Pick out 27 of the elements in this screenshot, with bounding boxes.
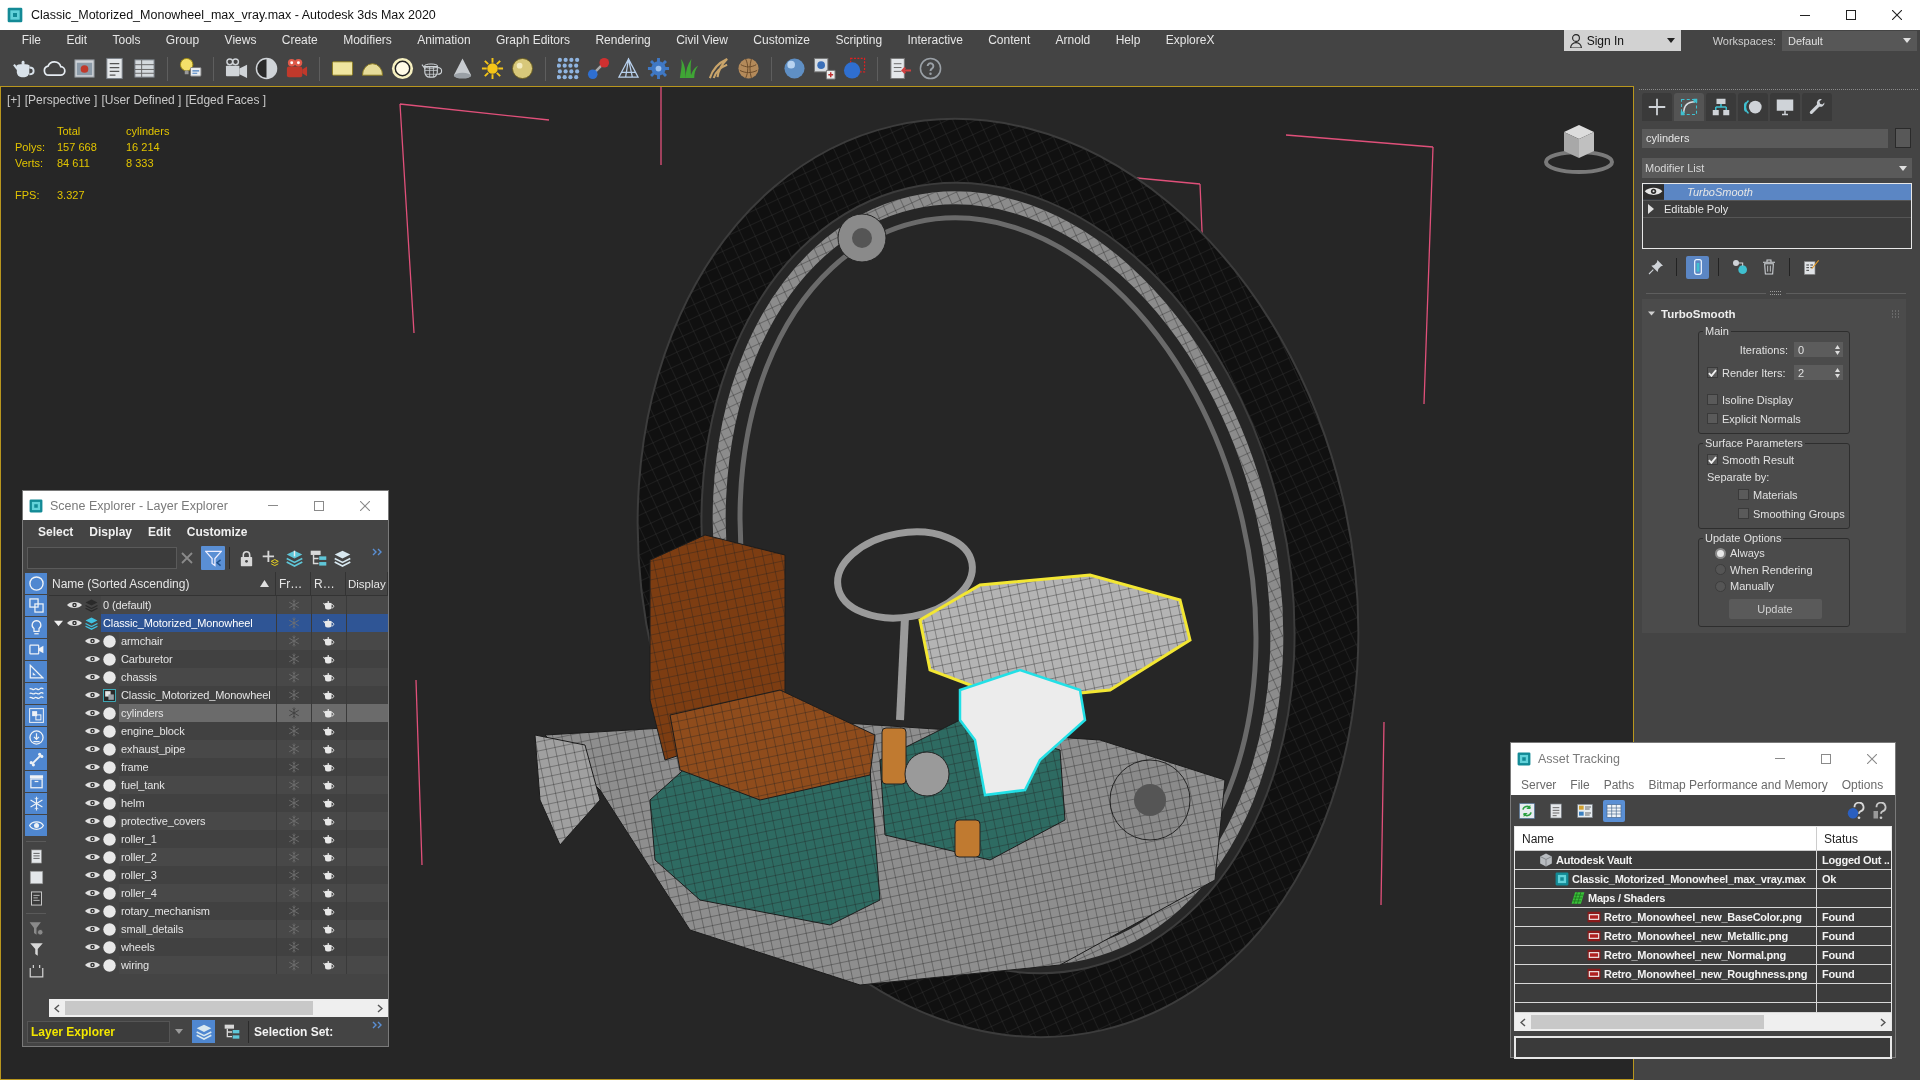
fps-value: 3.327: [57, 188, 86, 203]
asset-status: Found: [1822, 968, 1855, 980]
group-title: Main: [1704, 325, 1730, 338]
stats-value: 16 214: [126, 140, 161, 155]
workspaces-label: Workspaces:: [1712, 34, 1776, 47]
asset-status: Found: [1822, 911, 1855, 923]
stats-column-header: Total: [57, 124, 82, 139]
asset-status: Found: [1822, 930, 1855, 942]
selection-set-label: Selection Set:: [254, 1024, 334, 1039]
stats-label: Verts:: [15, 156, 45, 171]
fps-label: FPS:: [15, 188, 41, 203]
stats-label: Polys:: [15, 140, 46, 155]
window-title: Scene Explorer - Layer Explorer: [50, 498, 229, 513]
group-title: Surface Parameters: [1704, 437, 1804, 450]
stats-value: 8 333: [126, 156, 155, 171]
stats-value: 157 668: [57, 140, 98, 155]
window-title: Classic_Motorized_Monowheel_max_vray.max - Autodesk 3ds Max 2020: [31, 8, 437, 22]
stats-value: 84 611: [57, 156, 91, 171]
asset-status: Ok: [1822, 873, 1837, 885]
window-title: Asset Tracking: [1538, 751, 1621, 766]
group-title: Update Options: [1704, 532, 1783, 545]
asset-status: Found: [1822, 949, 1855, 961]
asset-status: Logged Out ..: [1822, 854, 1890, 866]
stats-column-header: cylinders: [126, 124, 170, 139]
asset-name: Autodesk Vault: [1556, 854, 1632, 866]
field-label: Iterations:: [1738, 343, 1788, 356]
section-label: Separate by:: [1707, 471, 1770, 483]
